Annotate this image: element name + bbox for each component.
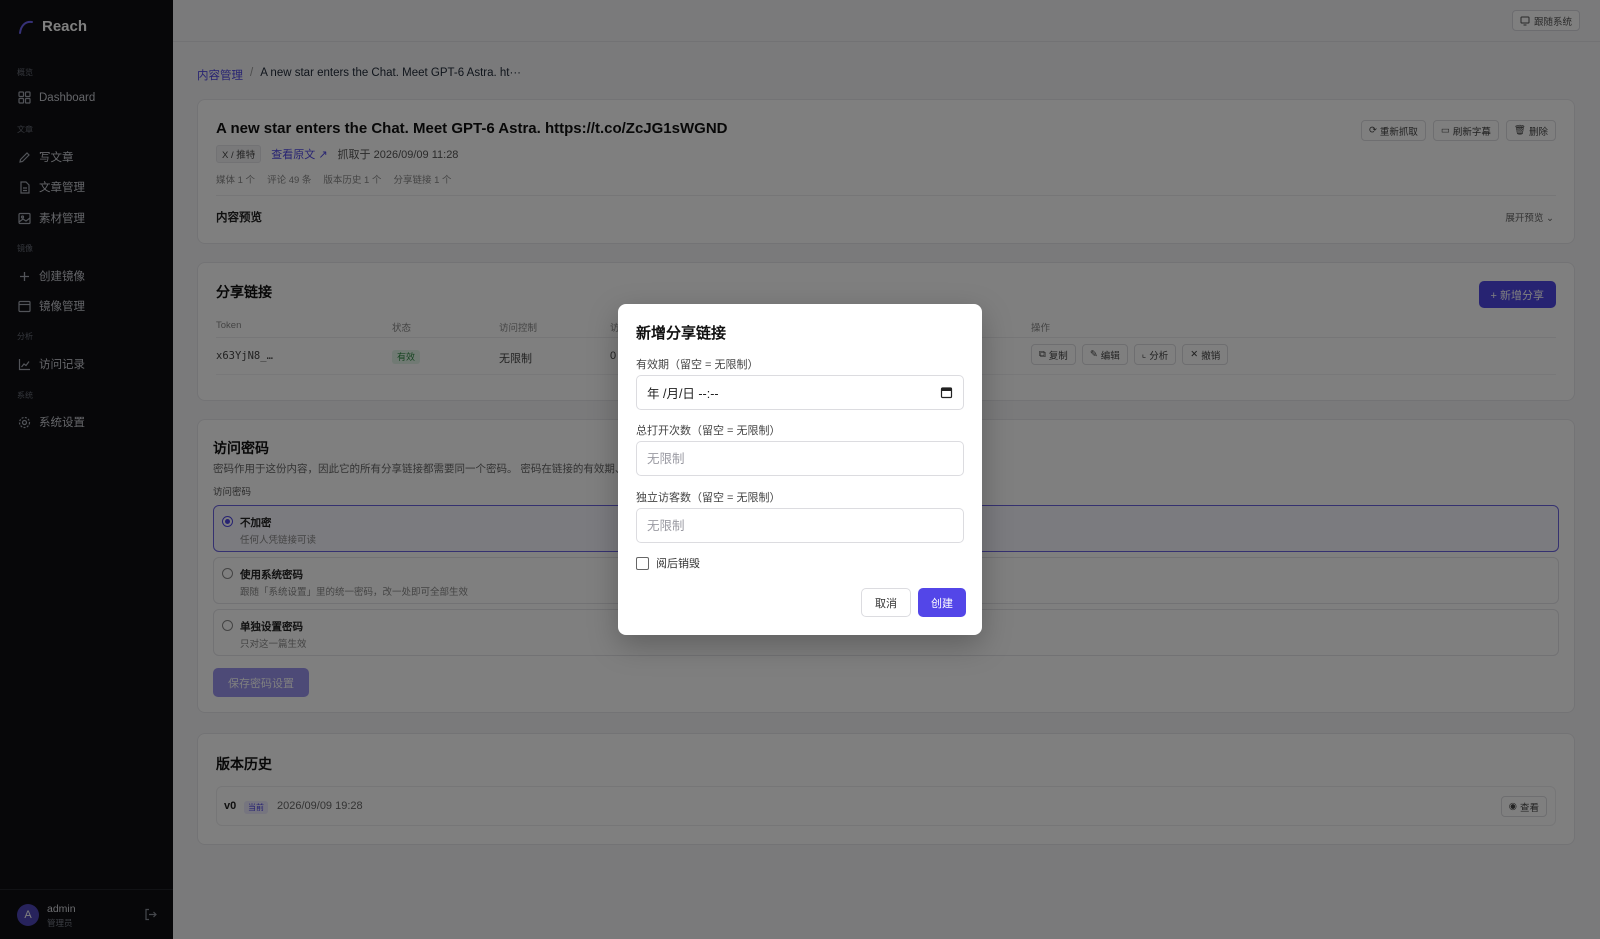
burn-after-read-checkbox[interactable]: [636, 556, 649, 570]
burn-after-read-option[interactable]: 阅后销毁: [636, 555, 700, 571]
dialog-title: 新增分享链接: [636, 325, 727, 342]
calendar-icon[interactable]: [940, 386, 953, 399]
total-opens-input[interactable]: [636, 441, 964, 476]
unique-visitors-label: 独立访客数（留空 = 无限制）: [636, 492, 781, 504]
expiry-label: 有效期（留空 = 无限制）: [636, 359, 759, 371]
burn-after-read-label: 阅后销毁: [656, 558, 700, 570]
cancel-button[interactable]: 取消: [861, 588, 911, 617]
create-button[interactable]: 创建: [918, 588, 966, 617]
expiry-date-input[interactable]: 年 /月/日 --:--: [636, 375, 964, 410]
new-share-link-dialog: 新增分享链接 有效期（留空 = 无限制） 年 /月/日 --:-- 总打开次数（…: [618, 304, 982, 635]
expiry-value: 年 /月/日 --:--: [647, 387, 719, 401]
total-opens-label: 总打开次数（留空 = 无限制）: [636, 425, 781, 437]
unique-visitors-input[interactable]: [636, 508, 964, 543]
